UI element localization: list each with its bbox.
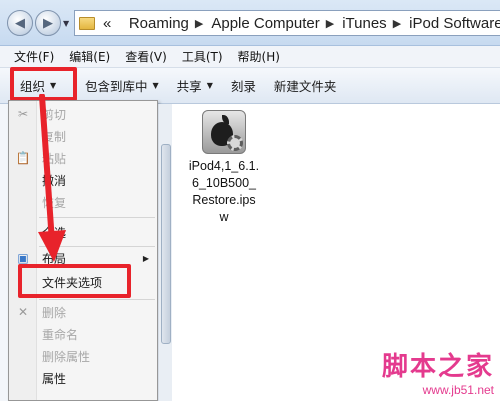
scissors-icon: ✂ bbox=[17, 107, 29, 121]
menu-item-folder-options[interactable]: 文件夹选项 bbox=[9, 271, 157, 293]
file-item[interactable]: iPod4,1_6.1.6_10B500_Restore.ipsw bbox=[184, 110, 264, 226]
menu-item-select-all[interactable]: 全选 bbox=[9, 221, 157, 243]
menu-item-undo[interactable]: 撤消 bbox=[9, 169, 157, 191]
organize-menu: ✂ 剪切 复制 📋 粘贴 撤消 恢复 全选 ▣ 布局 ▶ 文件夹选项 ✕ 删除 … bbox=[8, 100, 158, 401]
scrollbar-thumb[interactable] bbox=[161, 144, 171, 344]
menu-item-cut-label: 剪切 bbox=[42, 107, 67, 122]
menu-item-copy-label: 复制 bbox=[42, 129, 67, 144]
share-button[interactable]: 共享 ▼ bbox=[168, 68, 222, 103]
burn-button[interactable]: 刻录 bbox=[222, 68, 265, 103]
menu-item-cut[interactable]: ✂ 剪切 bbox=[9, 103, 157, 125]
forward-button[interactable]: ▶ bbox=[35, 10, 61, 36]
menu-item-undo-label: 撤消 bbox=[42, 173, 67, 188]
menu-item-paste[interactable]: 📋 粘贴 bbox=[9, 147, 157, 169]
watermark-logo-text: 脚本之家 bbox=[381, 352, 494, 382]
delete-x-icon: ✕ bbox=[17, 305, 29, 319]
breadcrumb-roaming[interactable]: Roaming bbox=[129, 15, 189, 32]
layout-icon: ▣ bbox=[17, 251, 29, 265]
command-bar: 组织 ▼ 包含到库中 ▼ 共享 ▼ 刻录 新建文件夹 bbox=[0, 68, 500, 104]
menu-item-copy[interactable]: 复制 bbox=[9, 125, 157, 147]
breadcrumb-separator-icon bbox=[117, 17, 121, 30]
vertical-scrollbar[interactable] bbox=[158, 104, 172, 401]
menu-item-delete-label: 删除 bbox=[42, 305, 67, 320]
menu-item-remove-properties[interactable]: 删除属性 bbox=[9, 345, 157, 367]
breadcrumb-ipod-software-updates[interactable]: iPod Software Updates bbox=[409, 15, 500, 32]
menu-item-select-all-label: 全选 bbox=[42, 225, 67, 240]
menu-item-layout-label: 布局 bbox=[42, 251, 67, 266]
menu-item-redo[interactable]: 恢复 bbox=[9, 191, 157, 213]
submenu-arrow-icon: ▶ bbox=[142, 253, 149, 263]
breadcrumb-separator-icon[interactable]: ▶ bbox=[393, 17, 401, 30]
menu-separator bbox=[39, 217, 155, 218]
menu-item-folder-options-label: 文件夹选项 bbox=[42, 275, 103, 290]
chevron-down-icon: ▼ bbox=[206, 81, 213, 90]
include-in-library-label: 包含到库中 bbox=[85, 79, 148, 94]
address-bar[interactable]: « Roaming ▶ Apple Computer ▶ iTunes ▶ iP… bbox=[74, 10, 500, 36]
menu-item-paste-label: 粘贴 bbox=[42, 151, 67, 166]
menu-view[interactable]: 查看(V) bbox=[125, 48, 167, 65]
menu-item-layout[interactable]: ▣ 布局 ▶ bbox=[9, 247, 157, 269]
menu-edit[interactable]: 编辑(E) bbox=[69, 48, 110, 65]
folder-icon bbox=[79, 16, 95, 30]
forward-arrow-icon: ▶ bbox=[43, 15, 53, 31]
new-folder-button[interactable]: 新建文件夹 bbox=[265, 68, 346, 103]
menu-file[interactable]: 文件(F) bbox=[14, 48, 54, 65]
menu-help[interactable]: 帮助(H) bbox=[238, 48, 280, 65]
organize-label: 组织 bbox=[20, 79, 46, 94]
menu-item-properties[interactable]: 属性 bbox=[9, 367, 157, 389]
ipsw-file-icon bbox=[202, 110, 246, 154]
breadcrumb-itunes[interactable]: iTunes bbox=[342, 15, 386, 32]
chevron-down-icon: ▼ bbox=[152, 81, 159, 90]
menu-tools[interactable]: 工具(T) bbox=[182, 48, 223, 65]
menu-item-remove-properties-label: 删除属性 bbox=[42, 349, 91, 364]
file-name: iPod4,1_6.1.6_10B500_Restore.ipsw bbox=[188, 159, 260, 224]
chevron-down-icon: ▼ bbox=[50, 81, 57, 90]
breadcrumb-overflow[interactable]: « bbox=[103, 15, 111, 32]
menu-item-rename-label: 重命名 bbox=[42, 327, 79, 342]
recent-pages-dropdown-icon[interactable]: ▼ bbox=[63, 19, 71, 28]
clipboard-icon: 📋 bbox=[15, 151, 31, 165]
address-area: ◀ ▶ ▼ « Roaming ▶ Apple Computer ▶ iTune… bbox=[0, 0, 500, 46]
menu-item-delete[interactable]: ✕ 删除 bbox=[9, 301, 157, 323]
share-label: 共享 bbox=[176, 79, 202, 94]
menu-separator bbox=[39, 299, 155, 300]
back-arrow-icon: ◀ bbox=[15, 15, 25, 31]
organize-button[interactable]: 组织 ▼ bbox=[12, 68, 76, 103]
menu-item-properties-label: 属性 bbox=[42, 371, 67, 386]
menu-item-rename[interactable]: 重命名 bbox=[9, 323, 157, 345]
breadcrumb-separator-icon[interactable]: ▶ bbox=[326, 17, 334, 30]
menu-bar: 文件(F) 编辑(E) 查看(V) 工具(T) 帮助(H) bbox=[0, 46, 500, 68]
watermark: 脚本之家 www.jb51.net bbox=[382, 346, 494, 397]
watermark-url: www.jb51.net bbox=[422, 383, 494, 397]
breadcrumb-apple-computer[interactable]: Apple Computer bbox=[211, 15, 319, 32]
menu-item-redo-label: 恢复 bbox=[42, 195, 67, 210]
include-in-library-button[interactable]: 包含到库中 ▼ bbox=[76, 68, 168, 103]
back-button[interactable]: ◀ bbox=[7, 10, 33, 36]
breadcrumb-separator-icon[interactable]: ▶ bbox=[195, 17, 203, 30]
